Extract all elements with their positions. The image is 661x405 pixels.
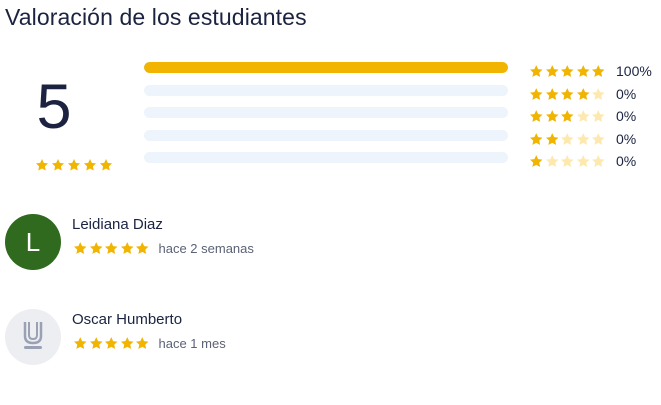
- star-icon: [560, 87, 575, 102]
- star-icon: [83, 158, 97, 172]
- avatar: [5, 309, 61, 365]
- star-icon: [89, 336, 104, 351]
- star-icon: [591, 87, 606, 102]
- star-icon: [529, 154, 544, 169]
- star-icon: [591, 109, 606, 124]
- review-time: hace 2 semanas: [158, 241, 254, 256]
- rating-line-stars: [529, 109, 607, 124]
- rating-line-2: 0%: [529, 128, 659, 151]
- average-rating-value: 5: [36, 72, 72, 142]
- rating-line-percent: 0%: [616, 130, 637, 147]
- bar-3-stars: [144, 107, 508, 118]
- review-item: L Leidiana Diaz hace 2 semanas: [5, 214, 625, 274]
- star-icon: [104, 336, 119, 351]
- star-icon: [529, 132, 544, 147]
- bar-5-stars: [144, 62, 508, 73]
- student-ratings-section: Valoración de los estudiantes 5 100% 0% …: [0, 0, 661, 405]
- star-icon: [560, 109, 575, 124]
- rating-line-1: 0%: [529, 150, 659, 173]
- rating-line-percent: 100%: [616, 63, 652, 80]
- reviewer-name: Oscar Humberto: [72, 311, 183, 328]
- rating-line-3: 0%: [529, 105, 659, 128]
- u-letter-icon: [22, 320, 44, 355]
- rating-line-stars: [529, 154, 607, 169]
- rating-line-percent: 0%: [616, 108, 637, 125]
- star-icon: [135, 336, 150, 351]
- star-icon: [545, 132, 560, 147]
- rating-line-stars: [529, 87, 607, 102]
- section-title: Valoración de los estudiantes: [5, 4, 307, 30]
- star-icon: [545, 87, 560, 102]
- star-icon: [576, 109, 591, 124]
- star-icon: [545, 64, 560, 79]
- star-icon: [99, 158, 113, 172]
- star-icon: [560, 132, 575, 147]
- star-icon: [120, 241, 135, 256]
- bar-4-stars: [144, 84, 508, 96]
- star-icon: [591, 132, 606, 147]
- star-icon: [545, 154, 560, 169]
- review-stars: [73, 241, 150, 256]
- star-icon: [89, 241, 104, 256]
- reviewer-name: Leidiana Diaz: [72, 216, 163, 233]
- rating-line-percent: 0%: [616, 85, 637, 102]
- rating-line-5: 100%: [529, 60, 659, 83]
- star-icon: [591, 154, 606, 169]
- rating-distribution-labels: 100% 0% 0% 0% 0%: [529, 60, 659, 173]
- star-icon: [135, 241, 150, 256]
- review-meta: hace 1 mes: [73, 336, 226, 351]
- star-icon: [529, 109, 544, 124]
- avatar: L: [5, 214, 61, 270]
- review-meta: hace 2 semanas: [73, 241, 254, 256]
- star-icon: [73, 241, 88, 256]
- star-icon: [120, 336, 135, 351]
- star-icon: [73, 336, 88, 351]
- star-icon: [576, 87, 591, 102]
- bar-fill: [144, 62, 508, 73]
- review-time: hace 1 mes: [158, 336, 226, 351]
- star-icon: [560, 64, 575, 79]
- star-icon: [35, 158, 49, 172]
- star-icon: [104, 241, 119, 256]
- average-rating-stars: [35, 158, 113, 172]
- rating-distribution-bars: [144, 62, 508, 175]
- star-icon: [560, 154, 575, 169]
- rating-line-stars: [529, 132, 607, 147]
- rating-line-stars: [529, 64, 607, 79]
- rating-line-4: 0%: [529, 83, 659, 106]
- bar-2-stars: [144, 129, 508, 141]
- rating-line-percent: 0%: [616, 153, 637, 170]
- star-icon: [576, 154, 591, 169]
- review-item: Oscar Humberto hace 1 mes: [5, 309, 625, 369]
- review-stars: [73, 336, 150, 351]
- bar-1-stars: [144, 152, 508, 163]
- star-icon: [576, 132, 591, 147]
- star-icon: [545, 109, 560, 124]
- star-icon: [529, 64, 544, 79]
- star-icon: [591, 64, 606, 79]
- star-icon: [51, 158, 65, 172]
- star-icon: [576, 64, 591, 79]
- star-icon: [529, 87, 544, 102]
- star-icon: [67, 158, 81, 172]
